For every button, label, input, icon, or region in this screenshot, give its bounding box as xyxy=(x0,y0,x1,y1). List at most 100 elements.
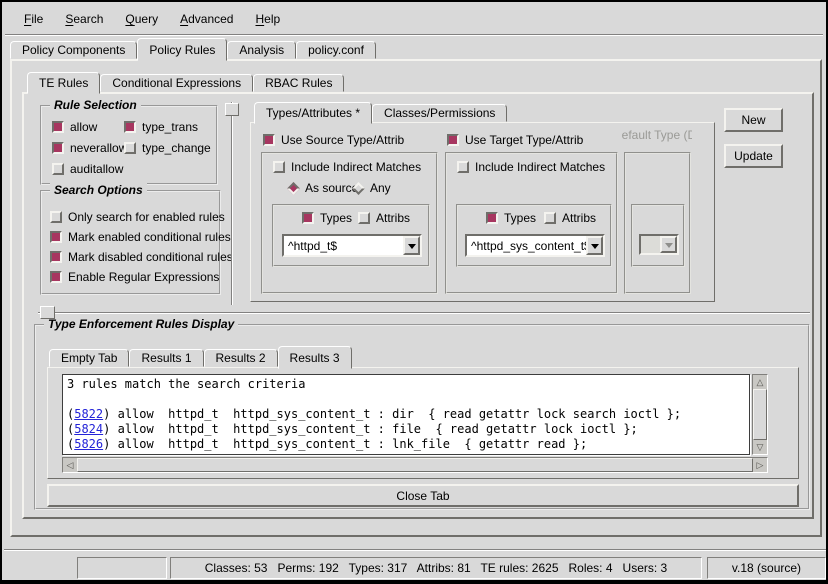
tab-conditional-expressions[interactable]: Conditional Expressions xyxy=(100,74,253,92)
main-tab-bar: Policy Components Policy Rules Analysis … xyxy=(10,38,376,61)
horizontal-sash-grip[interactable] xyxy=(40,306,55,319)
default-type-combobox xyxy=(639,234,679,255)
horizontal-scroll-thumb[interactable] xyxy=(77,458,753,472)
rule-link-5822[interactable]: 5822 xyxy=(74,407,103,421)
new-button[interactable]: New xyxy=(724,108,783,132)
search-options-group: Search Options Only search for enabled r… xyxy=(40,190,221,295)
horizontal-sash[interactable] xyxy=(38,312,810,314)
te-tab-bar: TE Rules Conditional Expressions RBAC Ru… xyxy=(27,71,344,94)
checkbox-indicator xyxy=(273,161,285,173)
checkbox-indicator xyxy=(302,212,314,224)
tab-policy-components[interactable]: Policy Components xyxy=(10,41,137,59)
source-type-frame: Include Indirect Matches As source Any T… xyxy=(261,152,438,294)
checkbox-auditallow[interactable]: auditallow xyxy=(52,162,123,176)
te-rules-display-title: Type Enforcement Rules Display xyxy=(44,317,238,331)
checkbox-source-indirect[interactable]: Include Indirect Matches xyxy=(273,160,421,174)
tab-policy-conf[interactable]: policy.conf xyxy=(296,41,376,59)
checkbox-allow[interactable]: allow xyxy=(52,120,97,134)
checkbox-indicator xyxy=(457,161,469,173)
rule-line: (5824) allow httpd_t httpd_sys_content_t… xyxy=(67,422,745,437)
close-tab-button[interactable]: Close Tab xyxy=(47,484,799,507)
statusbar-message-box xyxy=(77,557,167,579)
checkbox-use-target-type[interactable]: Use Target Type/Attrib xyxy=(447,133,583,147)
tab-rbac-rules[interactable]: RBAC Rules xyxy=(253,74,344,92)
scroll-right-icon[interactable]: ▷ xyxy=(753,458,767,472)
default-type-inner-frame xyxy=(631,204,685,267)
tab-te-rules[interactable]: TE Rules xyxy=(27,72,100,94)
checkbox-mark-enabled-conditional[interactable]: Mark enabled conditional rules xyxy=(50,230,231,244)
rule-link-5826[interactable]: 5826 xyxy=(74,437,103,451)
scroll-left-icon[interactable]: ◁ xyxy=(63,458,77,472)
menu-advanced[interactable]: Advanced xyxy=(170,8,243,30)
checkbox-indicator xyxy=(50,231,62,243)
te-rules-display-group: Type Enforcement Rules Display Empty Tab… xyxy=(34,324,810,510)
default-type-frame xyxy=(624,152,691,294)
default-type-label: Default Type (Disabled) xyxy=(622,128,692,143)
checkbox-neverallow[interactable]: neverallow xyxy=(52,141,127,155)
statusbar-version: v.18 (source) xyxy=(707,557,826,579)
window-bottom-edge xyxy=(2,580,826,584)
checkbox-indicator xyxy=(50,251,62,263)
tab-analysis[interactable]: Analysis xyxy=(227,41,296,59)
dropdown-arrow-icon xyxy=(660,236,677,253)
target-types-attribs-frame: Types Attribs ^httpd_sys_content_t$ xyxy=(456,204,612,267)
checkbox-target-types[interactable]: Types xyxy=(486,211,536,225)
radio-indicator xyxy=(352,182,365,195)
radio-any[interactable]: Any xyxy=(352,181,391,195)
checkbox-source-attribs[interactable]: Attribs xyxy=(358,211,410,225)
tab-types-attributes[interactable]: Types/Attributes * xyxy=(254,102,372,124)
update-button[interactable]: Update xyxy=(724,144,783,168)
source-types-attribs-frame: Types Attribs ^httpd_t$ xyxy=(272,204,430,267)
source-type-combobox[interactable]: ^httpd_t$ xyxy=(282,234,422,257)
menu-search[interactable]: Search xyxy=(55,8,113,30)
vertical-scroll-thumb[interactable] xyxy=(753,389,767,440)
menu-query[interactable]: Query xyxy=(115,8,168,30)
checkbox-target-attribs[interactable]: Attribs xyxy=(544,211,596,225)
statusbar-stats: Classes: 53 Perms: 192 Types: 317 Attrib… xyxy=(170,557,702,579)
vertical-sash[interactable] xyxy=(231,102,233,305)
checkbox-indicator xyxy=(50,211,62,223)
target-type-frame: Include Indirect Matches Types Attribs ^… xyxy=(445,152,618,294)
checkbox-indicator xyxy=(486,212,498,224)
checkbox-indicator xyxy=(447,134,459,146)
rule-link-5824[interactable]: 5824 xyxy=(74,422,103,436)
search-options-title: Search Options xyxy=(50,183,147,197)
tab-results-1[interactable]: Results 1 xyxy=(129,349,203,367)
tab-results-3[interactable]: Results 3 xyxy=(278,346,352,369)
menu-separator xyxy=(5,34,823,36)
checkbox-only-enabled-rules[interactable]: Only search for enabled rules xyxy=(50,210,225,224)
menu-file[interactable]: File xyxy=(14,8,53,30)
checkbox-use-source-type[interactable]: Use Source Type/Attrib xyxy=(263,133,404,147)
rule-selection-group: Rule Selection allow type_trans neverall… xyxy=(40,105,218,185)
tab-results-2[interactable]: Results 2 xyxy=(204,349,278,367)
tab-empty-tab[interactable]: Empty Tab xyxy=(49,349,129,367)
dropdown-arrow-icon[interactable] xyxy=(403,236,420,255)
results-tab-bar: Empty Tab Results 1 Results 2 Results 3 xyxy=(49,345,352,369)
tab-policy-rules[interactable]: Policy Rules xyxy=(137,38,227,61)
checkbox-enable-regex[interactable]: Enable Regular Expressions xyxy=(50,270,219,284)
checkbox-type-change[interactable]: type_change xyxy=(124,141,211,155)
vertical-sash-grip[interactable] xyxy=(225,103,239,116)
scroll-up-icon[interactable]: △ xyxy=(753,375,767,389)
menu-bar: File Search Query Advanced Help xyxy=(6,5,822,33)
rule-line: (5826) allow httpd_t httpd_sys_content_t… xyxy=(67,437,745,452)
statusbar-separator xyxy=(4,549,826,551)
radio-as-source[interactable]: As source xyxy=(287,181,358,195)
dropdown-arrow-icon[interactable] xyxy=(586,236,603,255)
types-attributes-tab-bar: Types/Attributes * Classes/Permissions xyxy=(254,101,507,124)
checkbox-mark-disabled-conditional[interactable]: Mark disabled conditional rules xyxy=(50,250,233,264)
checkbox-source-types[interactable]: Types xyxy=(302,211,352,225)
tab-classes-permissions[interactable]: Classes/Permissions xyxy=(372,104,507,122)
scroll-down-icon[interactable]: ▽ xyxy=(753,440,767,454)
target-type-combobox[interactable]: ^httpd_sys_content_t$ xyxy=(465,234,605,257)
results-text-area[interactable]: 3 rules match the search criteria (5822)… xyxy=(62,374,750,455)
checkbox-indicator xyxy=(50,271,62,283)
results-horizontal-scrollbar[interactable]: ◁ ▷ xyxy=(62,457,768,473)
results-summary: 3 rules match the search criteria xyxy=(67,377,745,392)
checkbox-indicator xyxy=(52,121,64,133)
menu-help[interactable]: Help xyxy=(245,8,290,30)
radio-indicator xyxy=(287,182,300,195)
checkbox-target-indirect[interactable]: Include Indirect Matches xyxy=(457,160,605,174)
results-vertical-scrollbar[interactable]: △ ▽ xyxy=(752,374,768,455)
checkbox-type-trans[interactable]: type_trans xyxy=(124,120,198,134)
